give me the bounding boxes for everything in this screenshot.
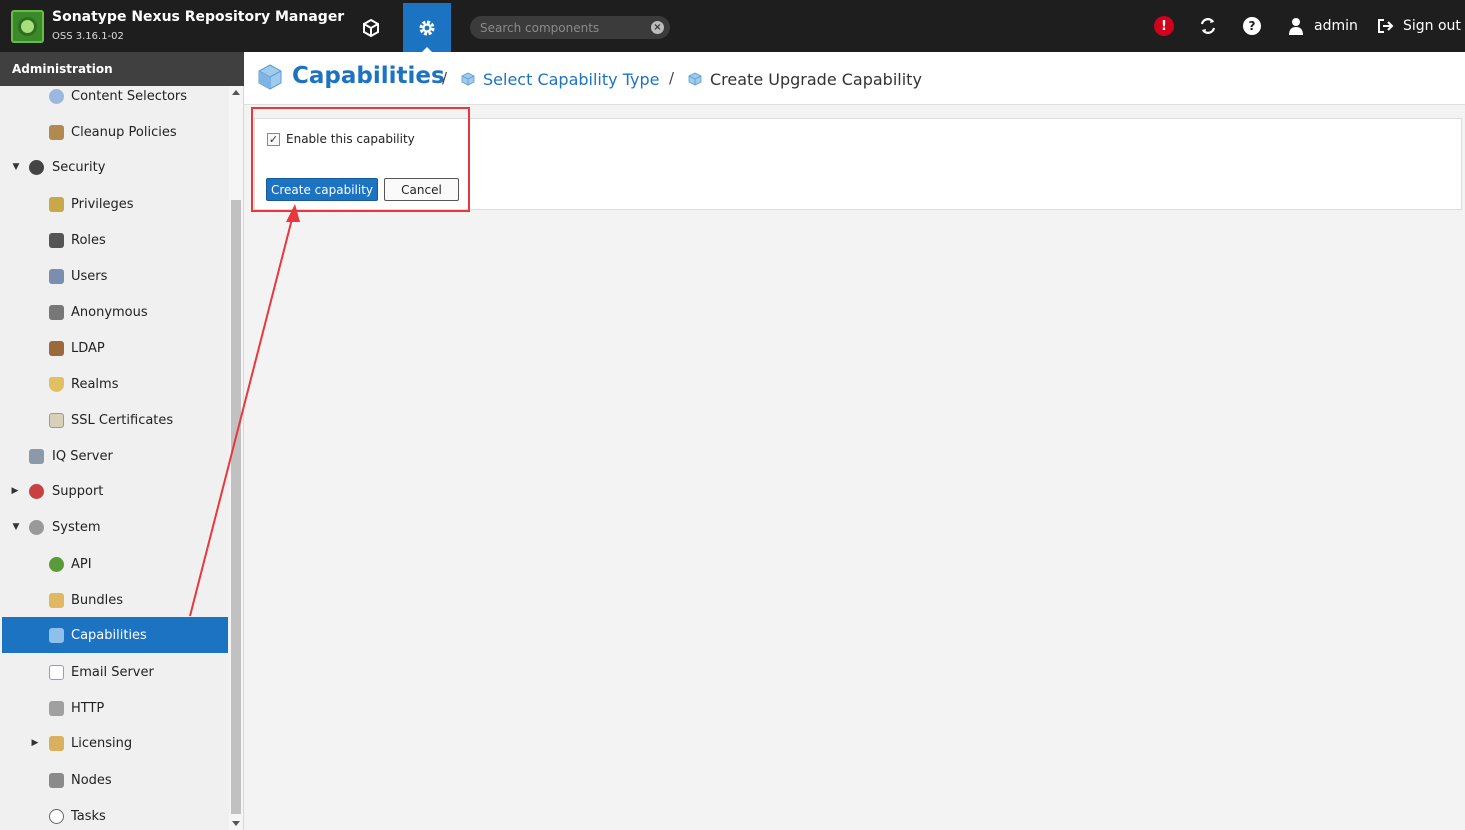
search-box: × — [470, 16, 670, 39]
signout-icon — [1378, 19, 1394, 33]
collapse-arrow-icon[interactable]: ▶ — [30, 738, 40, 748]
security-icon — [29, 159, 44, 175]
breadcrumb-separator: / — [669, 69, 675, 87]
sidebar-item-system[interactable]: ▼ System — [2, 509, 228, 545]
lifebuoy-icon — [29, 483, 44, 499]
truck-icon — [49, 700, 64, 716]
sidebar-item-privileges[interactable]: Privileges — [2, 186, 228, 222]
gear-icon — [419, 20, 435, 35]
expand-arrow-icon[interactable]: ▼ — [11, 522, 21, 532]
sidebar-item-api[interactable]: API — [2, 546, 228, 582]
role-icon — [49, 232, 64, 248]
close-icon[interactable]: × — [651, 21, 664, 34]
sidebar-item-ssl-certificates[interactable]: SSL Certificates — [2, 402, 228, 438]
cube-icon — [49, 627, 64, 643]
sidebar-header: Administration — [0, 52, 244, 86]
sidebar-item-tasks[interactable]: Tasks — [2, 798, 228, 830]
browse-button[interactable] — [347, 3, 395, 52]
nodes-icon — [49, 772, 64, 788]
sidebar-item-capabilities[interactable]: Capabilities — [2, 617, 228, 653]
envelope-icon — [49, 664, 64, 680]
search-input[interactable] — [480, 19, 645, 36]
user-icon — [1289, 18, 1303, 35]
capabilities-cube-icon — [258, 64, 282, 90]
sidebar-item-ldap[interactable]: LDAP — [2, 330, 228, 366]
sidebar-item-users[interactable]: Users — [2, 258, 228, 294]
breadcrumb-current: Create Upgrade Capability — [710, 70, 922, 89]
sidebar-item-anonymous[interactable]: Anonymous — [2, 294, 228, 330]
sidebar-item-support[interactable]: ▶ Support — [2, 473, 228, 509]
breadcrumb: Capabilities / Select Capability Type / … — [244, 52, 1465, 105]
anonymous-icon — [49, 304, 64, 320]
small-cube-icon — [461, 72, 475, 86]
medal-icon — [49, 196, 64, 212]
puzzle-icon — [49, 592, 64, 608]
app-version: OSS 3.16.1-02 — [52, 31, 124, 42]
book-icon — [49, 340, 64, 356]
sidebar-item-cleanup-policies[interactable]: Cleanup Policies — [2, 114, 228, 150]
cube-icon — [363, 18, 379, 37]
breadcrumb-separator: / — [442, 69, 448, 87]
signout-label: Sign out — [1403, 18, 1461, 34]
expand-arrow-icon[interactable]: ▼ — [11, 162, 21, 172]
small-cube-icon — [688, 72, 702, 86]
page-title[interactable]: Capabilities — [292, 63, 445, 89]
nexus-logo[interactable] — [11, 10, 44, 43]
system-gear-icon — [29, 519, 44, 535]
sidebar-item-bundles[interactable]: Bundles — [2, 582, 228, 618]
iq-server-icon — [29, 448, 44, 464]
api-icon — [49, 556, 64, 572]
content-selectors-icon — [49, 88, 64, 104]
sidebar-item-nodes[interactable]: Nodes — [2, 762, 228, 798]
clock-icon — [49, 808, 64, 824]
license-icon — [49, 735, 64, 751]
help-icon[interactable]: ? — [1243, 17, 1261, 35]
sidebar-item-realms[interactable]: Realms — [2, 366, 228, 402]
signout-button[interactable]: Sign out — [1377, 15, 1461, 37]
annotation-highlight-box — [251, 107, 470, 212]
sidebar-item-security[interactable]: ▼ Security — [2, 149, 228, 185]
sidebar-item-licensing[interactable]: ▶ Licensing — [2, 725, 228, 761]
app-title: Sonatype Nexus Repository Manager — [52, 9, 345, 25]
collapse-arrow-icon[interactable]: ▶ — [10, 486, 20, 496]
certificate-icon — [49, 412, 64, 428]
breadcrumb-select-type[interactable]: Select Capability Type — [483, 70, 659, 89]
sidebar-item-email-server[interactable]: Email Server — [2, 654, 228, 690]
scroll-thumb[interactable] — [231, 200, 241, 814]
scroll-down-arrow-icon[interactable] — [232, 821, 240, 826]
scroll-up-arrow-icon[interactable] — [232, 90, 240, 95]
sidebar-item-http[interactable]: HTTP — [2, 690, 228, 726]
nav-tree: Content Selectors Cleanup Policies ▼ Sec… — [0, 86, 228, 830]
user-name: admin — [1314, 18, 1358, 34]
sidebar-item-iq-server[interactable]: IQ Server — [2, 438, 228, 474]
sidebar-scrollbar[interactable] — [229, 86, 243, 830]
shield-icon — [49, 376, 64, 392]
broom-icon — [49, 124, 64, 140]
sidebar-item-content-selectors[interactable]: Content Selectors — [2, 86, 228, 114]
refresh-icon[interactable] — [1198, 15, 1218, 37]
administration-button[interactable] — [403, 3, 451, 53]
users-icon — [49, 268, 64, 284]
top-header: Sonatype Nexus Repository Manager OSS 3.… — [0, 0, 1465, 53]
sidebar: Administration Content Selectors Cleanup… — [0, 52, 244, 830]
user-menu[interactable]: admin — [1288, 15, 1358, 37]
sidebar-item-roles[interactable]: Roles — [2, 222, 228, 258]
alert-icon[interactable]: ! — [1154, 16, 1174, 36]
